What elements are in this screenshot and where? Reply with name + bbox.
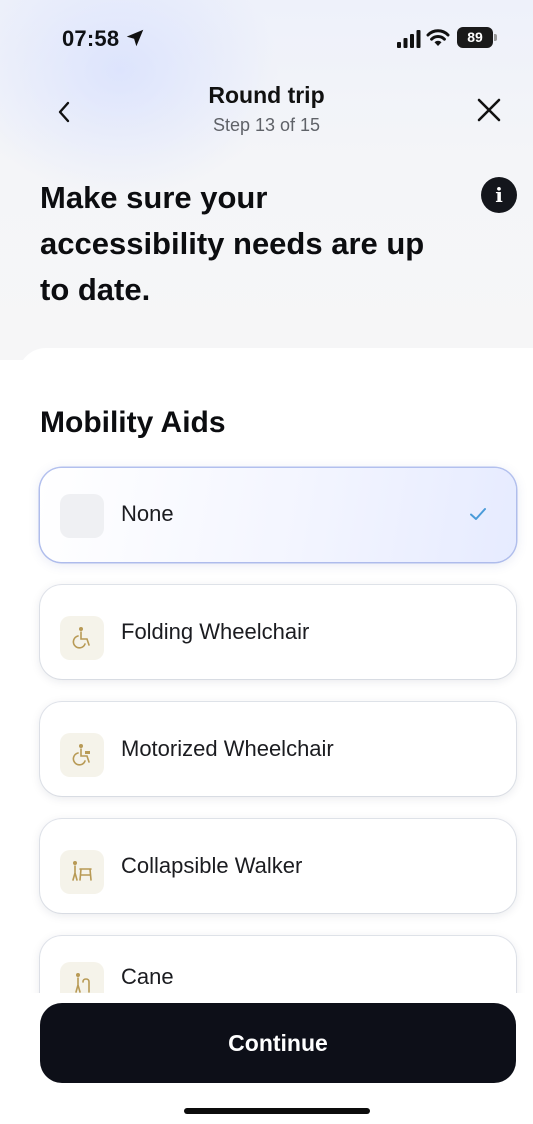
- step-indicator: Step 13 of 15: [212, 115, 321, 135]
- status-bar: 07:58 89: [0, 0, 533, 80]
- home-indicator: [184, 1108, 370, 1114]
- close-button[interactable]: [465, 86, 513, 134]
- close-icon: [477, 98, 501, 122]
- options-sheet: Mobility Aids None Folding Wheelchair Mo…: [18, 348, 533, 993]
- wheelchair-icon: [60, 616, 104, 660]
- empty-icon: [60, 494, 104, 538]
- option-label: None: [121, 501, 174, 526]
- nav-header: Round trip Step 13 of 15: [0, 70, 533, 154]
- option-label: Cane: [121, 964, 174, 989]
- option-label: Motorized Wheelchair: [121, 736, 334, 761]
- option-label: Collapsible Walker: [121, 853, 303, 878]
- page-title: Round trip: [208, 82, 325, 108]
- battery-indicator: 89: [457, 27, 497, 48]
- option-motorized-wheelchair[interactable]: Motorized Wheelchair: [40, 702, 516, 796]
- status-time: 07:58: [62, 26, 120, 51]
- wifi-icon: [426, 29, 450, 46]
- motorized-wheelchair-icon: [60, 733, 104, 777]
- cellular-signal-icon: [397, 30, 421, 48]
- option-cane[interactable]: Cane: [40, 936, 516, 993]
- mobility-aids-list: None Folding Wheelchair Motorized Wheelc…: [40, 468, 516, 993]
- option-label: Folding Wheelchair: [121, 619, 310, 644]
- checkmark-icon: [470, 508, 486, 520]
- info-icon: i: [495, 183, 503, 207]
- walker-icon: [60, 850, 104, 894]
- continue-button[interactable]: Continue: [40, 1003, 516, 1083]
- option-none[interactable]: None: [40, 468, 516, 562]
- option-folding-wheelchair[interactable]: Folding Wheelchair: [40, 585, 516, 679]
- location-arrow-icon: [126, 29, 144, 47]
- main-heading: Make sure your accessibility needs are u…: [40, 180, 425, 307]
- info-button[interactable]: i: [481, 177, 517, 213]
- section-title: Mobility Aids: [40, 406, 226, 439]
- cane-icon: [60, 962, 104, 993]
- option-collapsible-walker[interactable]: Collapsible Walker: [40, 819, 516, 913]
